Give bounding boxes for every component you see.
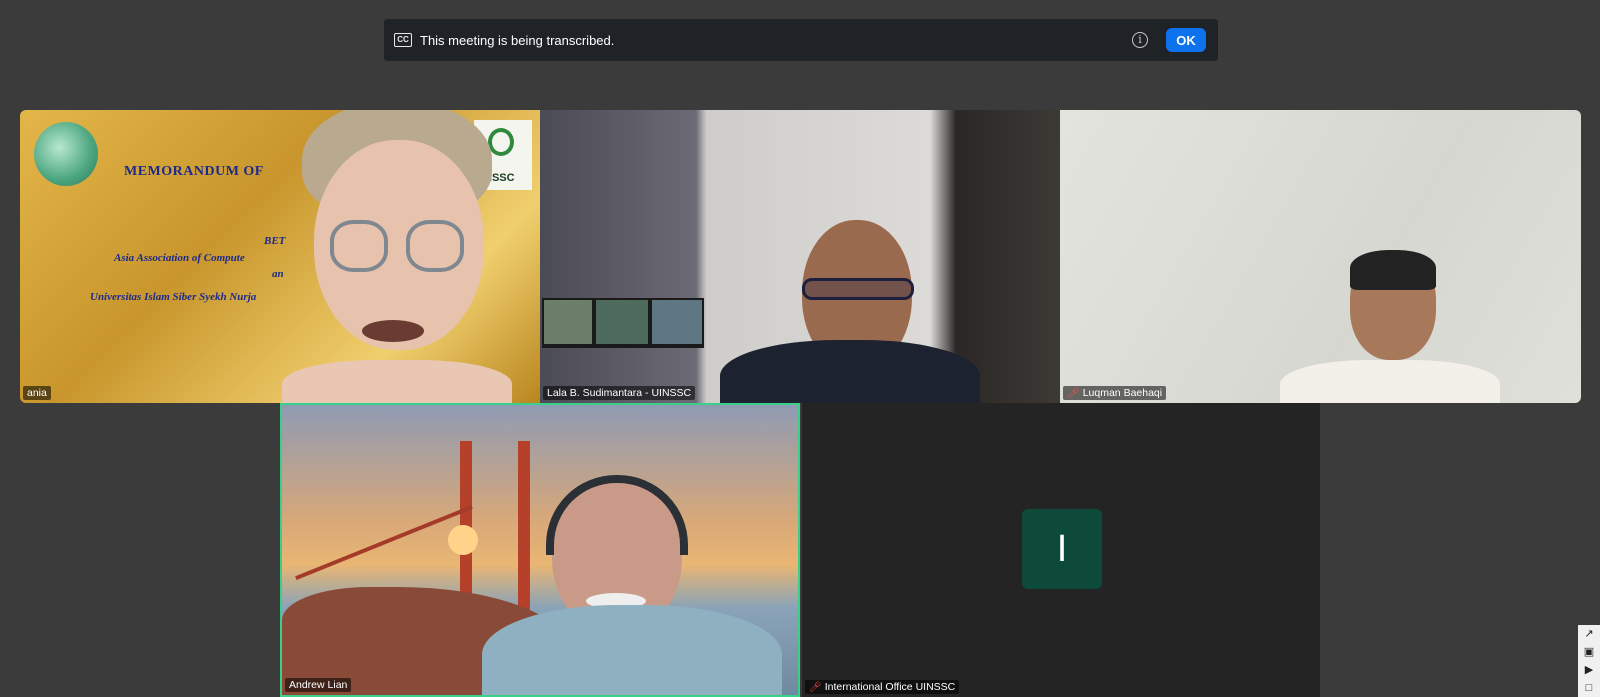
mic-muted-icon: 🎤︎ [809,681,822,693]
window-icon[interactable]: □ [1586,682,1593,694]
participant-video-andrew-lian [462,475,782,695]
participant-name: International Office UINSSC [824,681,956,693]
participant-name: Lala B. Sudimantara - UINSSC [547,387,692,399]
participant-video-luqman [1280,250,1500,403]
closed-caption-icon: CC [394,33,412,47]
participant-name: Andrew Lian [289,679,348,691]
ok-button[interactable]: OK [1166,28,1206,52]
participant-name-tag: Lala B. Sudimantara - UINSSC [543,386,696,400]
mic-muted-icon: 🎤︎ [1067,387,1080,399]
slide-line-4: Universitas Islam Siber Syekh Nurja [90,291,257,303]
info-icon[interactable]: i [1132,32,1148,48]
slide-title: MEMORANDUM OF [124,164,264,179]
wall-monitor [542,298,704,348]
video-tile-luqman[interactable]: 🎤︎ Luqman Baehaqi [1060,110,1581,403]
transcription-banner: CC This meeting is being transcribed. i … [384,19,1218,61]
video-tile-international-office[interactable]: I 🎤︎ International Office UINSSC [802,403,1320,697]
camera-icon[interactable]: ▣ [1584,646,1594,658]
participant-video-lala [720,220,980,403]
slide-line-2: Asia Association of Compute [114,252,245,264]
participant-name-tag: Andrew Lian [285,678,352,692]
participant-name: Luqman Baehaqi [1082,387,1163,399]
transcription-message: This meeting is being transcribed. [420,32,615,48]
video-tile-andrew-lian[interactable]: Andrew Lian [280,403,800,697]
video-tile-ania[interactable]: MEMORANDUM OF BET Asia Association of Co… [20,110,540,403]
video-icon[interactable]: ▶ [1585,664,1593,676]
participant-name: ania [27,387,47,399]
share-icon[interactable]: ↗ [1584,628,1593,640]
participant-name-tag: 🎤︎ International Office UINSSC [805,680,960,694]
participant-name-tag: ania [23,386,51,400]
participant-avatar: I [1022,509,1102,589]
participant-name-tag: 🎤︎ Luqman Baehaqi [1063,386,1167,400]
asia-calL-logo [34,122,98,186]
side-toolbar: ↗ ▣ ▶ □ [1578,625,1600,697]
participant-video-ania [282,110,512,403]
video-tile-lala[interactable]: Lala B. Sudimantara - UINSSC [540,110,1060,403]
